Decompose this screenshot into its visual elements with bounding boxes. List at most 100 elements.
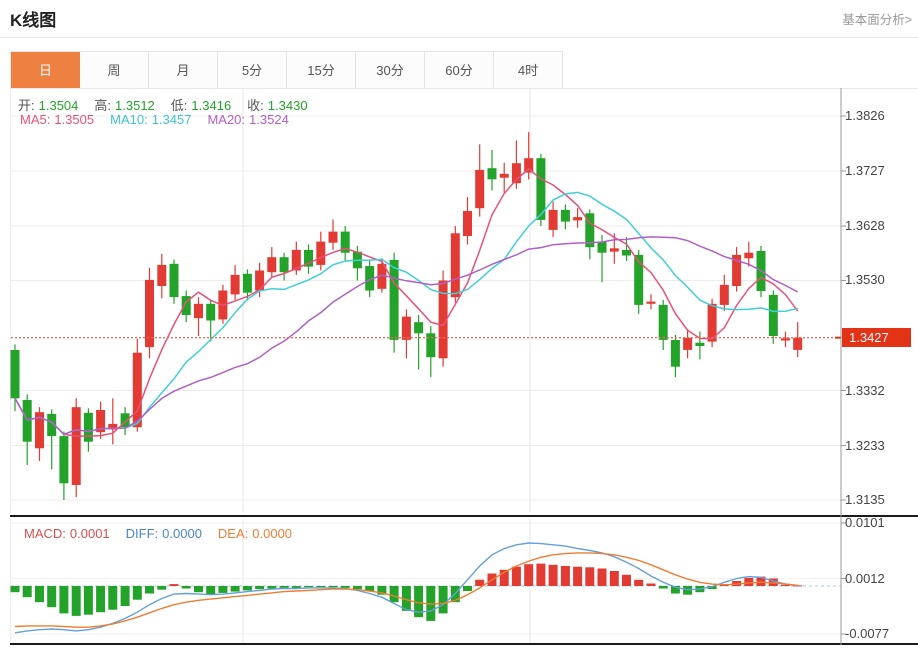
candle[interactable]	[512, 141, 521, 189]
candle[interactable]	[683, 329, 692, 358]
candle[interactable]	[11, 344, 20, 411]
ma5-line	[15, 169, 798, 436]
candle[interactable]	[206, 300, 215, 342]
candle[interactable]	[414, 315, 423, 370]
candle[interactable]	[585, 209, 594, 259]
macd-bar[interactable]	[194, 586, 203, 592]
candle[interactable]	[267, 247, 276, 278]
macd-bar[interactable]	[108, 586, 117, 610]
macd-bar[interactable]	[157, 586, 166, 590]
candle[interactable]	[96, 402, 105, 439]
axis-tick-label: 0.0101	[845, 515, 885, 530]
axis-tick-label: 1.3233	[845, 438, 885, 453]
macd-bar[interactable]	[292, 586, 301, 588]
macd-item: DEA:0.0000	[218, 526, 296, 541]
candle[interactable]	[426, 326, 435, 377]
candle[interactable]	[793, 322, 802, 357]
macd-bar[interactable]	[598, 569, 607, 587]
candle[interactable]	[451, 226, 460, 303]
macd-bar[interactable]	[536, 564, 545, 586]
candle[interactable]	[329, 219, 338, 250]
candle[interactable]	[769, 291, 778, 344]
macd-bar[interactable]	[585, 567, 594, 586]
macd-bar[interactable]	[121, 586, 130, 606]
macd-bar[interactable]	[206, 586, 215, 594]
candle[interactable]	[549, 202, 558, 238]
macd-bar[interactable]	[170, 584, 179, 586]
candle[interactable]	[316, 232, 325, 271]
candle[interactable]	[59, 432, 68, 500]
macd-readout: MACD:0.0001 DIFF:0.0000 DEA:0.0000	[24, 526, 308, 541]
macd-bar[interactable]	[35, 586, 44, 602]
macd-bar[interactable]	[329, 586, 338, 587]
candle[interactable]	[72, 398, 81, 497]
candle[interactable]	[671, 335, 680, 377]
macd-bar[interactable]	[145, 586, 154, 594]
macd-bar[interactable]	[353, 586, 362, 589]
ohlc-item: 高:1.3512	[94, 98, 158, 113]
ma-item: MA10:1.3457	[110, 112, 195, 127]
macd-bar[interactable]	[744, 578, 753, 586]
candle[interactable]	[23, 394, 32, 465]
candle[interactable]	[488, 150, 497, 191]
candle[interactable]	[781, 332, 790, 348]
candle[interactable]	[108, 398, 117, 444]
macd-bar[interactable]	[463, 586, 472, 591]
candle[interactable]	[475, 144, 484, 216]
macd-bar[interactable]	[255, 586, 264, 589]
ohlc-item: 低:1.3416	[171, 98, 235, 113]
macd-bar[interactable]	[133, 586, 142, 600]
macd-bar[interactable]	[304, 586, 313, 587]
macd-bar[interactable]	[341, 586, 350, 588]
macd-bar[interactable]	[96, 586, 105, 612]
candle[interactable]	[47, 409, 56, 469]
candle[interactable]	[280, 253, 289, 281]
candle[interactable]	[304, 244, 313, 273]
macd-bar[interactable]	[84, 586, 93, 615]
candle[interactable]	[194, 297, 203, 336]
candle[interactable]	[341, 226, 350, 261]
candle[interactable]	[157, 254, 166, 298]
axis-tick-label: 1.3826	[845, 108, 885, 123]
macd-bar[interactable]	[573, 567, 582, 586]
macd-bar[interactable]	[182, 586, 191, 589]
macd-bar[interactable]	[231, 586, 240, 592]
candle[interactable]	[647, 294, 656, 309]
macd-bar[interactable]	[316, 586, 325, 587]
macd-bar[interactable]	[243, 586, 252, 590]
macd-bar[interactable]	[512, 567, 521, 586]
candle[interactable]	[145, 268, 154, 359]
macd-bar[interactable]	[549, 565, 558, 586]
candle[interactable]	[634, 250, 643, 314]
macd-bar[interactable]	[647, 584, 656, 587]
macd-bar[interactable]	[218, 586, 227, 593]
macd-item: MACD:0.0001	[24, 526, 114, 541]
macd-bar[interactable]	[11, 586, 20, 592]
macd-item: DIFF:0.0000	[126, 526, 206, 541]
macd-bar[interactable]	[390, 586, 399, 602]
macd-bar[interactable]	[439, 586, 448, 613]
macd-bar[interactable]	[72, 586, 81, 616]
macd-bar[interactable]	[622, 575, 631, 586]
macd-bar[interactable]	[659, 586, 668, 589]
candle[interactable]	[500, 163, 509, 193]
candle[interactable]	[732, 247, 741, 292]
candle[interactable]	[463, 197, 472, 244]
ohlc-item: 开:1.3504	[18, 98, 82, 113]
macd-bar[interactable]	[59, 586, 68, 613]
candle[interactable]	[35, 407, 44, 461]
macd-bar[interactable]	[524, 564, 533, 586]
macd-bar[interactable]	[280, 586, 289, 588]
macd-bar[interactable]	[47, 586, 56, 607]
candle[interactable]	[402, 309, 411, 358]
macd-bar[interactable]	[23, 586, 32, 597]
macd-bar[interactable]	[634, 580, 643, 586]
macd-bar[interactable]	[267, 586, 276, 589]
candle[interactable]	[659, 300, 668, 350]
macd-bar[interactable]	[561, 566, 570, 586]
axis-tick-label: 1.3628	[845, 218, 885, 233]
macd-bar[interactable]	[610, 571, 619, 586]
candle[interactable]	[170, 259, 179, 303]
candle[interactable]	[231, 265, 240, 300]
axis-tick-label: -0.0077	[845, 626, 889, 641]
